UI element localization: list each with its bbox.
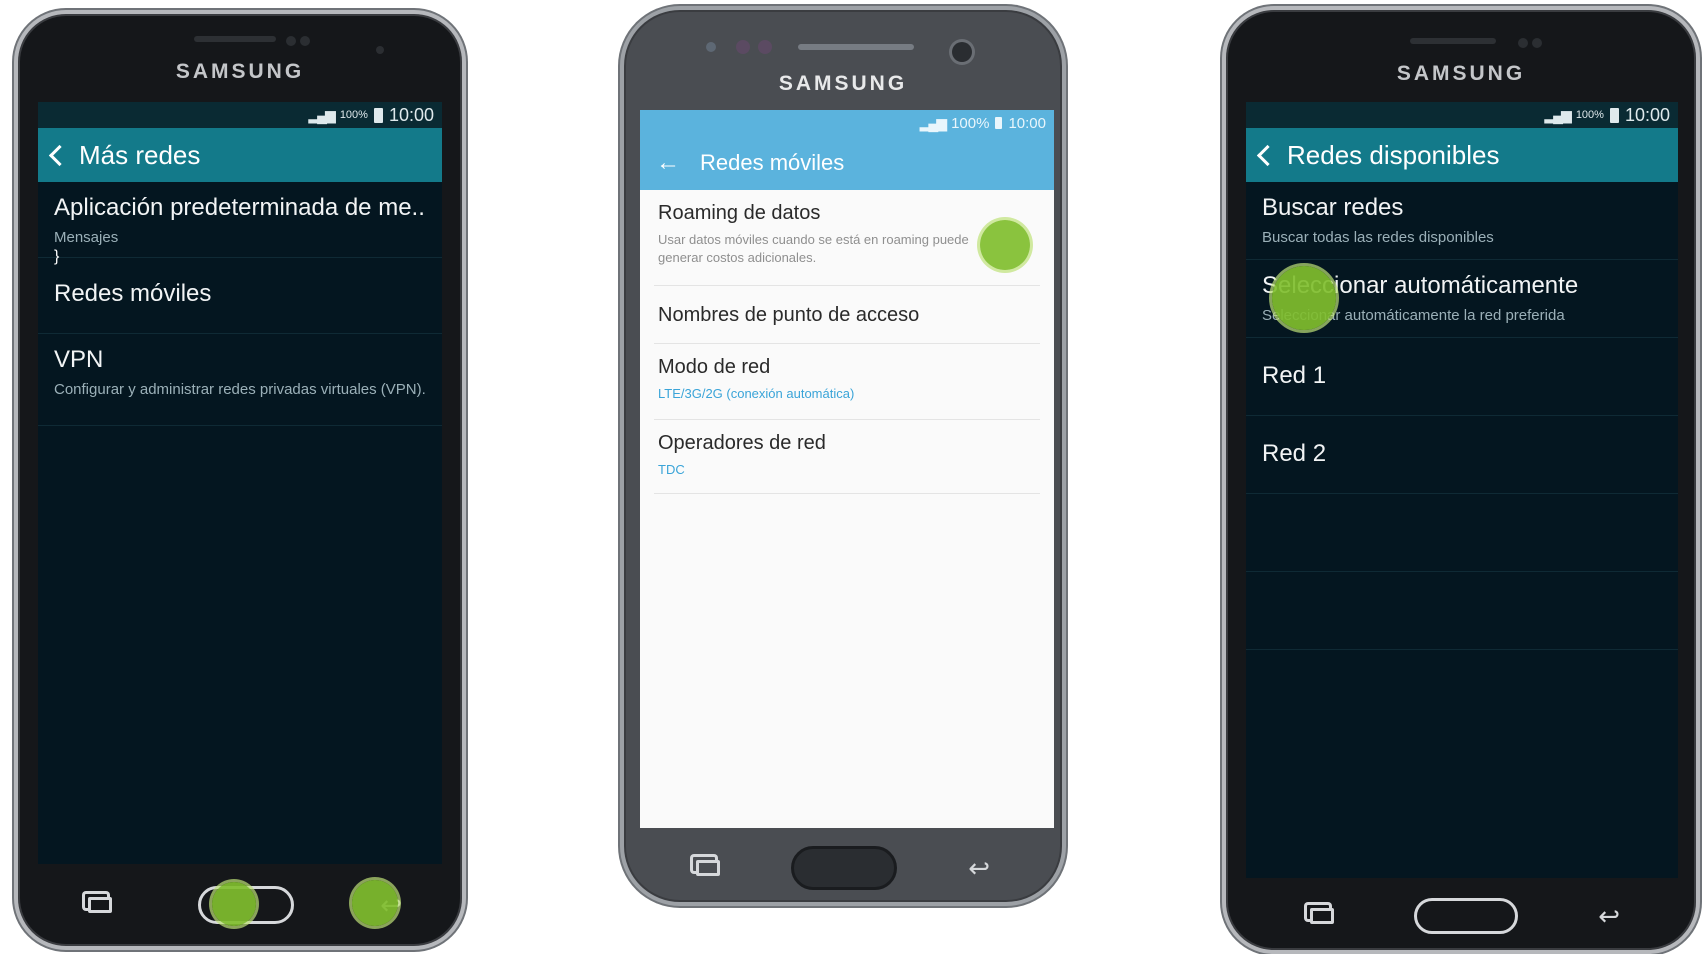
list-item-subtitle: LTE/3G/2G (conexión automática) <box>658 386 855 401</box>
brand-logo: SAMSUNG <box>778 72 908 95</box>
list-item[interactable]: Red 2 <box>1246 416 1678 494</box>
touch-indicator <box>212 882 256 926</box>
front-camera <box>376 46 384 54</box>
app-bar: ← Redes móviles <box>640 136 1054 190</box>
list-item-title: Nombres de punto de acceso <box>658 304 920 326</box>
list-item[interactable]: Operadores de red TDC <box>654 420 1040 494</box>
status-bar: ▂▄▆ 100% 10:00 <box>38 102 442 128</box>
touch-indicator <box>352 880 398 926</box>
nav-bar: ↩ <box>1310 890 1620 942</box>
list-item-subtitle: Buscar todas las redes disponibles <box>1262 229 1494 246</box>
screen: ▂▄▆ 100% 10:00 Redes disponibles Buscar … <box>1246 102 1678 878</box>
page-title: Más redes <box>79 139 201 170</box>
back-chevron-icon[interactable] <box>1256 144 1279 166</box>
back-arrow-icon[interactable]: ← <box>656 151 680 175</box>
recent-apps-button[interactable] <box>696 860 720 876</box>
list-item-subtitle: Mensajes <box>54 229 119 246</box>
front-camera <box>952 42 972 62</box>
list-item[interactable]: Red 1 <box>1246 338 1678 416</box>
touch-indicator <box>980 220 1030 270</box>
clock: 10:00 <box>388 104 434 125</box>
list-item-title: Roaming de datos <box>658 202 821 224</box>
screen: ▂▄▆ 100% 10:00 ← Redes móviles Roaming d… <box>640 110 1054 828</box>
signal-icon: ▂▄▆ <box>919 114 947 131</box>
list-item <box>1246 572 1678 650</box>
list-item-title: Modo de red <box>658 356 771 378</box>
list-item-subtitle: Usar datos móviles cuando se está en roa… <box>658 232 969 265</box>
clock: 10:00 <box>1624 104 1670 125</box>
battery-percent: 100% <box>339 109 368 121</box>
sensor <box>706 42 716 52</box>
earpiece <box>798 44 914 50</box>
battery-percent: 100% <box>951 114 990 132</box>
list-item[interactable]: VPN Configurar y administrar redes priva… <box>38 334 442 426</box>
list-item-subtitle: Configurar y administrar redes privadas … <box>54 381 426 398</box>
list-item-title: Red 2 <box>1262 440 1327 467</box>
list-item[interactable]: Aplicación predeterminada de me.. Mensaj… <box>38 182 442 265</box>
battery-icon <box>373 107 383 123</box>
earpiece <box>194 36 276 42</box>
recent-apps-button[interactable] <box>1310 908 1334 924</box>
list-item-title: Aplicación predeterminada de me.. <box>54 194 425 221</box>
list-item-title: Operadores de red <box>658 432 826 454</box>
earpiece <box>1410 38 1496 44</box>
sensor <box>758 40 772 54</box>
recent-apps-icon <box>88 897 112 913</box>
list-item[interactable]: Nombres de punto de acceso <box>654 286 1040 344</box>
battery-icon <box>1609 107 1619 123</box>
phone-1: SAMSUNG ▂▄▆ 100% 10:00 Más redes Aplicac… <box>14 10 466 950</box>
status-bar: ▂▄▆ 100% 10:00 <box>640 110 1054 136</box>
signal-icon: ▂▄▆ <box>308 106 335 123</box>
brand-logo: SAMSUNG <box>1396 62 1526 85</box>
sensor <box>300 36 310 46</box>
sensor <box>1532 38 1542 48</box>
clock: 10:00 <box>1008 114 1046 132</box>
list-item[interactable]: Redes móviles <box>38 258 442 334</box>
list-item-subtitle: TDC <box>658 462 685 477</box>
home-button[interactable] <box>791 846 898 890</box>
list-item-title: Redes móviles <box>54 280 212 307</box>
back-nav-icon[interactable]: ↩ <box>1598 901 1620 932</box>
recent-apps-button[interactable] <box>88 897 112 913</box>
sensor <box>736 40 750 54</box>
battery-icon <box>995 117 1003 129</box>
nav-bar: ↩ <box>696 842 990 894</box>
touch-indicator <box>1272 266 1336 330</box>
recent-apps-icon <box>1310 908 1334 924</box>
list-item-title: Buscar redes <box>1262 194 1404 221</box>
page-title: Redes móviles <box>700 150 845 175</box>
list-item-title: VPN <box>54 346 104 373</box>
signal-icon: ▂▄▆ <box>1544 106 1571 123</box>
list-item[interactable]: Buscar redes Buscar todas las redes disp… <box>1246 182 1678 260</box>
page-title: Redes disponibles <box>1287 139 1500 170</box>
phone-2: SAMSUNG ▂▄▆ 100% 10:00 ← Redes móviles R… <box>620 6 1066 906</box>
screen: ▂▄▆ 100% 10:00 Más redes Aplicación pred… <box>38 102 442 864</box>
list-item[interactable]: Modo de red LTE/3G/2G (conexión automáti… <box>654 344 1040 420</box>
back-chevron-icon[interactable] <box>48 144 71 166</box>
sensor <box>1518 38 1528 48</box>
battery-percent: 100% <box>1575 109 1604 121</box>
back-nav-icon[interactable]: ↩ <box>968 853 990 884</box>
list-item <box>1246 494 1678 572</box>
app-bar: Redes disponibles <box>1246 128 1678 182</box>
sensor <box>286 36 296 46</box>
phone-3: SAMSUNG ▂▄▆ 100% 10:00 Redes disponibles… <box>1222 6 1700 954</box>
list-item-title: Red 1 <box>1262 362 1327 389</box>
recent-apps-icon <box>696 860 720 876</box>
home-button[interactable] <box>1414 898 1519 934</box>
brand-logo: SAMSUNG <box>175 60 305 83</box>
status-bar: ▂▄▆ 100% 10:00 <box>1246 102 1678 128</box>
app-bar: Más redes <box>38 128 442 182</box>
